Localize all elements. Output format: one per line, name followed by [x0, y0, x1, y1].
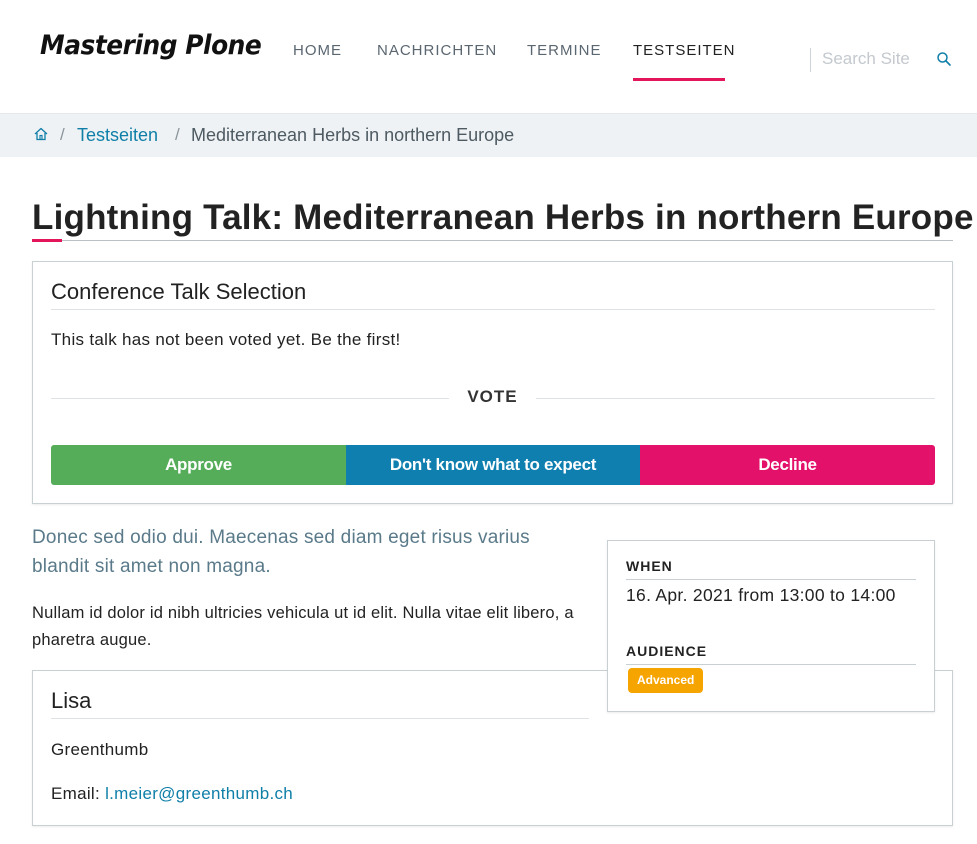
active-nav-indicator — [633, 78, 725, 81]
speaker-name: Lisa — [51, 688, 92, 713]
title-accent-bar — [32, 239, 62, 242]
breadcrumb-current: Mediterranean Herbs in northern Europe — [191, 125, 515, 145]
divider — [536, 398, 935, 399]
speaker-email-row: Email: l.meier@greenthumb.ch — [51, 784, 293, 804]
breadcrumb: / Testseiten / Mediterranean Herbs in no… — [0, 113, 977, 157]
lead-description: Donec sed odio dui. Maecenas sed diam eg… — [32, 527, 530, 577]
audience-label: AUDIENCE — [626, 643, 708, 659]
nav-item-termine[interactable]: TERMINE — [527, 42, 602, 59]
decline-button[interactable]: Decline — [640, 445, 935, 485]
nav-item-nachrichten[interactable]: NACHRICHTEN — [377, 42, 497, 59]
nav-item-testseiten[interactable]: TESTSEITEN — [633, 42, 736, 59]
dont-know-button[interactable]: Don't know what to expect — [346, 445, 640, 485]
site-logo[interactable]: Mastering Plone — [40, 30, 262, 61]
search-input[interactable] — [822, 44, 932, 74]
email-link[interactable]: l.meier@greenthumb.ch — [105, 784, 293, 803]
event-date: 16. Apr. 2021 from 13:00 to 14:00 — [626, 585, 896, 605]
nav-item-home[interactable]: HOME — [293, 42, 342, 59]
when-label: WHEN — [626, 558, 673, 574]
vote-label: VOTE — [467, 387, 518, 406]
title-underline — [32, 240, 953, 241]
vote-status-text: This talk has not been voted yet. Be the… — [51, 330, 401, 349]
breadcrumb-separator: / — [60, 125, 65, 144]
home-icon[interactable] — [33, 126, 49, 142]
page-title: Lightning Talk: Mediterranean Herbs in n… — [32, 198, 974, 237]
audience-badge: Advanced — [628, 668, 704, 693]
search-divider — [810, 48, 811, 72]
event-info-panel: WHEN 16. Apr. 2021 from 13:00 to 14:00 A… — [607, 540, 935, 712]
vote-panel: Conference Talk Selection This talk has … — [32, 261, 953, 504]
divider — [51, 398, 449, 399]
body-text: Nullam id dolor id nibh ultricies vehicu… — [32, 604, 574, 649]
approve-button[interactable]: Approve — [51, 445, 346, 485]
speaker-organisation: Greenthumb — [51, 740, 149, 759]
vote-heading: Conference Talk Selection — [51, 279, 307, 304]
search-icon[interactable] — [936, 51, 952, 67]
site-header: Mastering Plone HOME NACHRICHTEN TERMINE… — [0, 0, 977, 113]
divider — [626, 664, 916, 665]
divider — [51, 309, 935, 310]
email-label: Email: — [51, 784, 101, 803]
breadcrumb-separator: / — [175, 125, 180, 144]
divider — [626, 579, 916, 580]
breadcrumb-link-testseiten[interactable]: Testseiten — [77, 125, 158, 146]
divider — [51, 718, 589, 719]
